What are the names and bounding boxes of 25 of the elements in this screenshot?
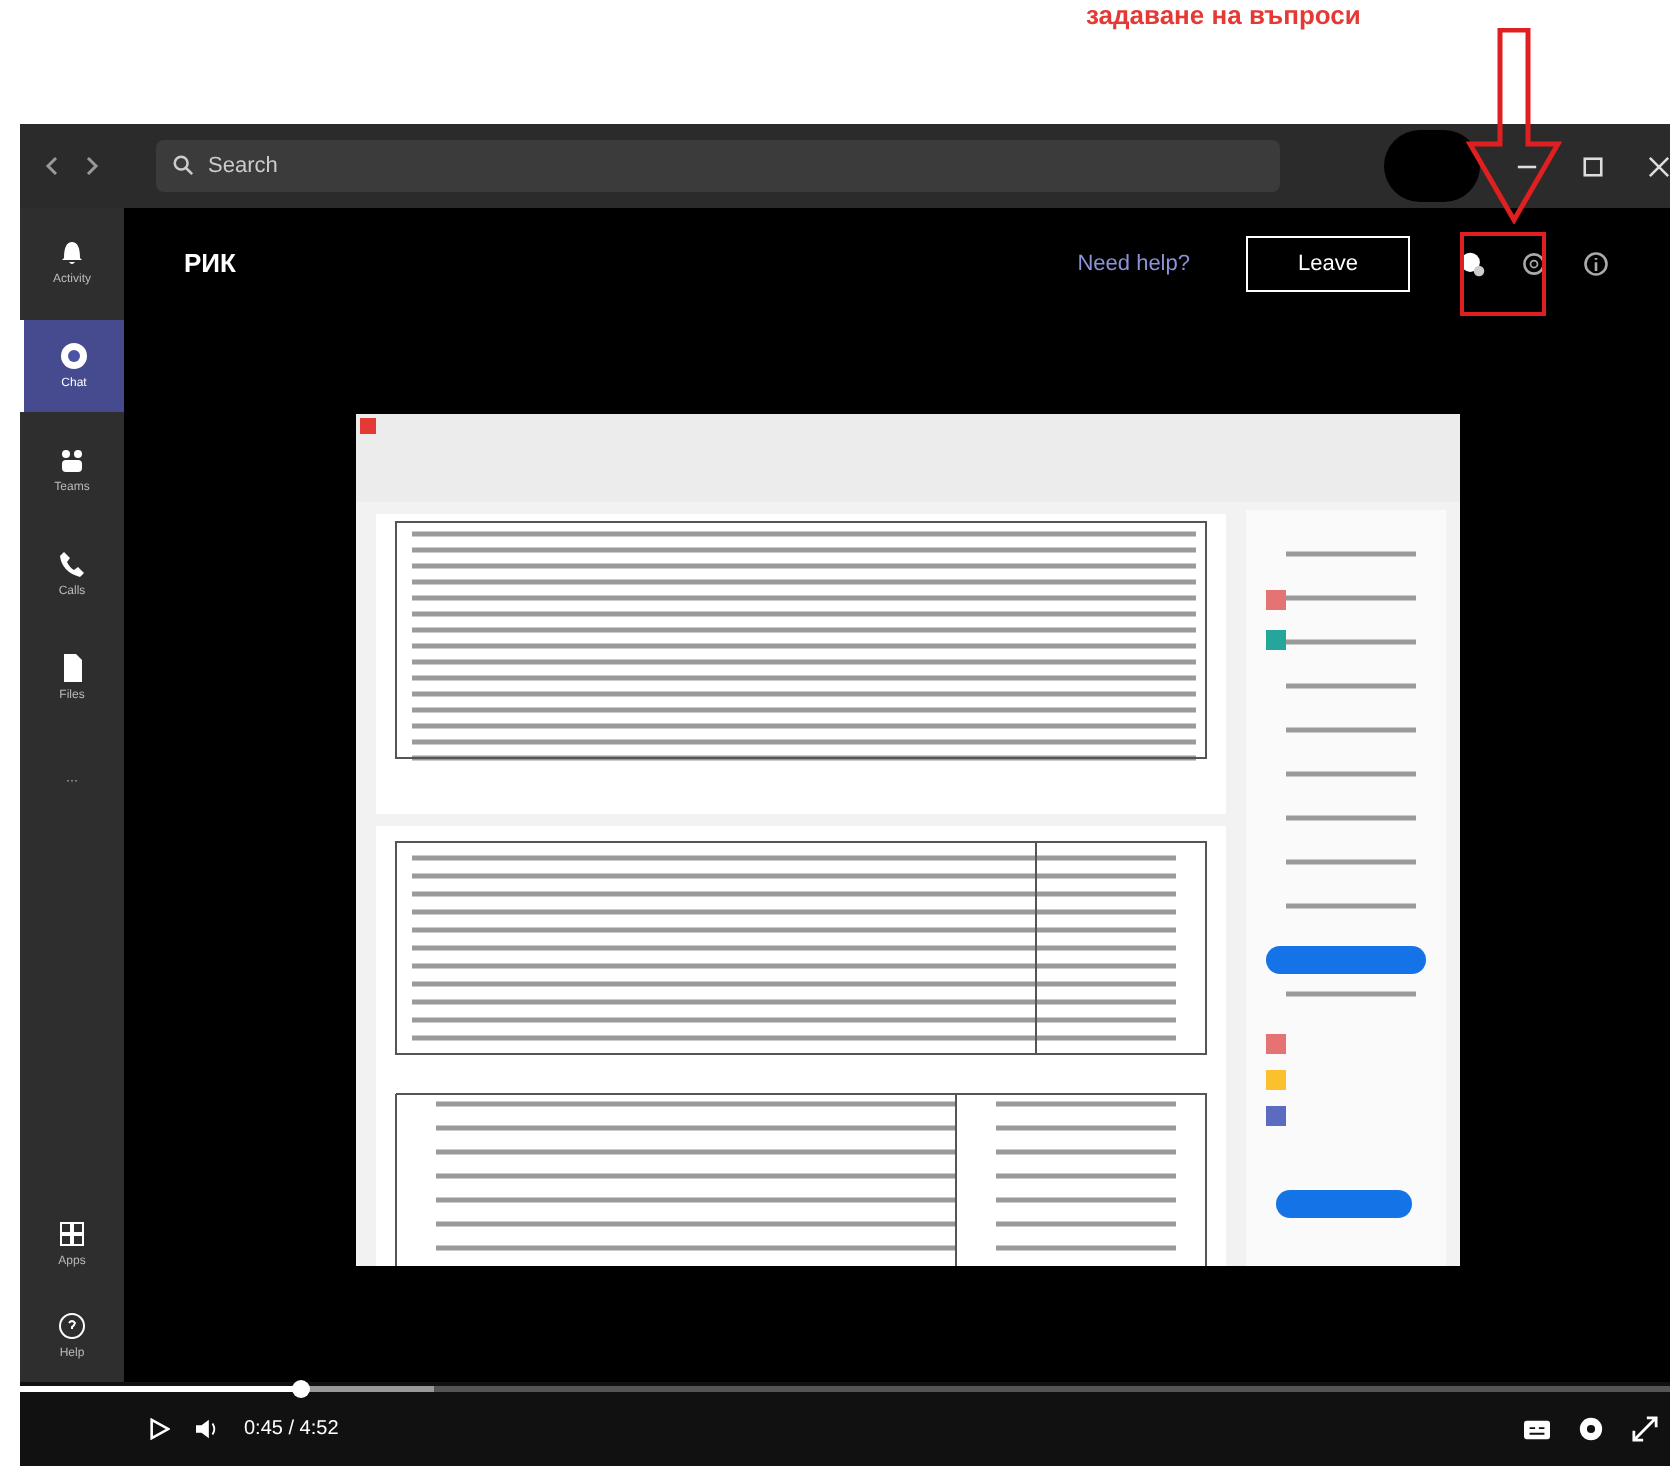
search-field[interactable]: Search bbox=[156, 140, 1280, 192]
help-icon bbox=[56, 1309, 88, 1341]
search-icon bbox=[172, 154, 194, 176]
forward-icon[interactable] bbox=[84, 154, 100, 178]
calls-icon bbox=[56, 547, 88, 579]
settings-icon[interactable] bbox=[1578, 1416, 1604, 1442]
settings-icon[interactable] bbox=[1520, 250, 1548, 278]
captions-icon[interactable] bbox=[1524, 1419, 1550, 1439]
fullscreen-icon[interactable] bbox=[1632, 1416, 1658, 1442]
help-link[interactable]: Need help? bbox=[1077, 247, 1190, 281]
progress-track[interactable] bbox=[20, 1386, 1670, 1392]
back-icon[interactable] bbox=[44, 154, 60, 178]
volume-icon[interactable] bbox=[194, 1418, 220, 1440]
info-icon[interactable] bbox=[1582, 250, 1610, 278]
apps-icon bbox=[56, 1217, 88, 1249]
close-icon[interactable] bbox=[1648, 155, 1670, 177]
highlight-frame bbox=[1460, 232, 1546, 316]
meeting-title: РИК bbox=[184, 246, 236, 283]
leave-button[interactable]: Leave bbox=[1246, 236, 1410, 292]
play-icon[interactable] bbox=[148, 1418, 170, 1440]
time-display: 0:45 / 4:52 bbox=[244, 1416, 339, 1444]
chat-icon bbox=[58, 339, 90, 371]
annotation-caption: задаване на въпроси bbox=[1086, 0, 1361, 34]
maximize-icon[interactable] bbox=[1582, 155, 1604, 177]
progress-thumb[interactable] bbox=[292, 1380, 311, 1398]
